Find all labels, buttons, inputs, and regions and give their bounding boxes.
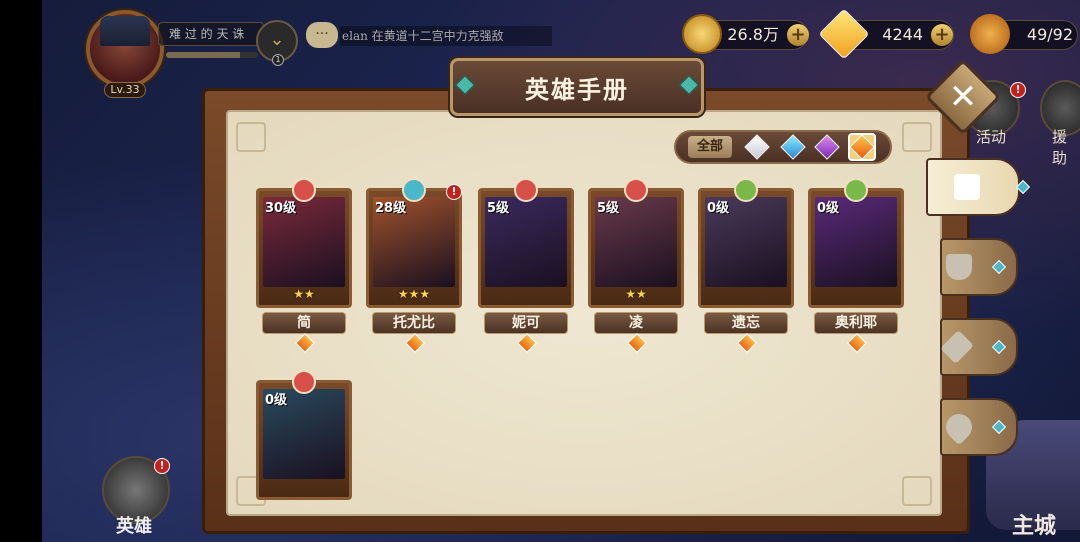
activity-label: 活动 xyxy=(976,128,1007,146)
corner-ornament xyxy=(236,122,266,152)
hero-card[interactable]: 5级 ★★ xyxy=(588,188,684,308)
sword-class-icon xyxy=(624,178,648,202)
player-level: Lv.33 xyxy=(104,82,146,98)
hero-card[interactable]: 0级 xyxy=(808,188,904,308)
hero-name: 妮可 xyxy=(484,312,568,334)
quest-title[interactable]: 难 过 的 天 诛 xyxy=(158,22,264,46)
corner-ornament xyxy=(902,476,932,506)
gold-coin-icon xyxy=(682,14,722,54)
hero-name: 凌 xyxy=(594,312,678,334)
hero-stars: ★★ xyxy=(625,287,647,301)
hero-name: 奥利耶 xyxy=(814,312,898,334)
city-nav-label[interactable]: 主城 xyxy=(1012,508,1056,540)
corner-ornament xyxy=(902,122,932,152)
activity-alert-badge: ! xyxy=(1010,82,1026,98)
diamond-class-icon xyxy=(402,178,426,202)
hero-level: 5级 xyxy=(487,201,510,216)
hero-stars: ★★★ xyxy=(397,287,431,301)
hero-level: 0级 xyxy=(817,201,840,216)
hero-card[interactable]: 28级 ★★★ xyxy=(366,188,462,308)
hero-level: 28级 xyxy=(375,201,407,216)
quest-count-badge: 1 xyxy=(272,54,284,66)
hero-name: 托尤比 xyxy=(372,312,456,334)
leaf-class-icon xyxy=(844,178,868,202)
chat-icon[interactable]: ··· xyxy=(306,22,338,48)
sword-class-icon xyxy=(292,370,316,394)
hero-name: 简 xyxy=(262,312,346,334)
hero-alert-badge: ! xyxy=(154,458,170,474)
hero-name: 遗忘 xyxy=(704,312,788,334)
hero-level: 5级 xyxy=(597,201,620,216)
add-diamond-button[interactable]: + xyxy=(931,24,953,46)
hero-level: 30级 xyxy=(265,201,297,216)
hero-level: 0级 xyxy=(265,393,288,408)
assist-label: 援助 xyxy=(1052,128,1068,167)
diamond-amount: 4244 xyxy=(882,25,923,44)
sword-class-icon xyxy=(292,178,316,202)
add-gold-button[interactable]: + xyxy=(787,24,809,46)
hero-card[interactable]: 0级 xyxy=(256,380,352,500)
leaf-class-icon xyxy=(734,178,758,202)
stamina-amount: 49/92 xyxy=(1026,25,1073,44)
gold-amount: 26.8万 xyxy=(727,25,779,44)
page-title: 英雄手册 xyxy=(525,76,629,104)
quest-progress-bar xyxy=(166,52,258,58)
stamina-icon xyxy=(970,14,1010,54)
quest-progress-fill xyxy=(166,52,240,58)
hero-card[interactable]: 5级 xyxy=(478,188,574,308)
chat-message[interactable]: elan 在黄道十二宫中力克强敌 xyxy=(340,26,552,46)
grid-icon xyxy=(954,174,980,200)
hero-card[interactable]: 30级 ★★ xyxy=(256,188,352,308)
hero-nav-label[interactable]: 英雄 xyxy=(116,512,152,538)
shield-icon xyxy=(946,254,972,280)
hero-alert-badge: ! xyxy=(446,184,462,200)
filter-all-button[interactable]: 全部 xyxy=(688,136,732,158)
hero-card[interactable]: 0级 xyxy=(698,188,794,308)
hero-level: 0级 xyxy=(707,201,730,216)
sword-class-icon xyxy=(514,178,538,202)
hero-stars: ★★ xyxy=(293,287,315,301)
close-icon: ✕ xyxy=(948,77,978,117)
screen-edge xyxy=(0,0,42,542)
avatar-hat xyxy=(100,16,150,46)
